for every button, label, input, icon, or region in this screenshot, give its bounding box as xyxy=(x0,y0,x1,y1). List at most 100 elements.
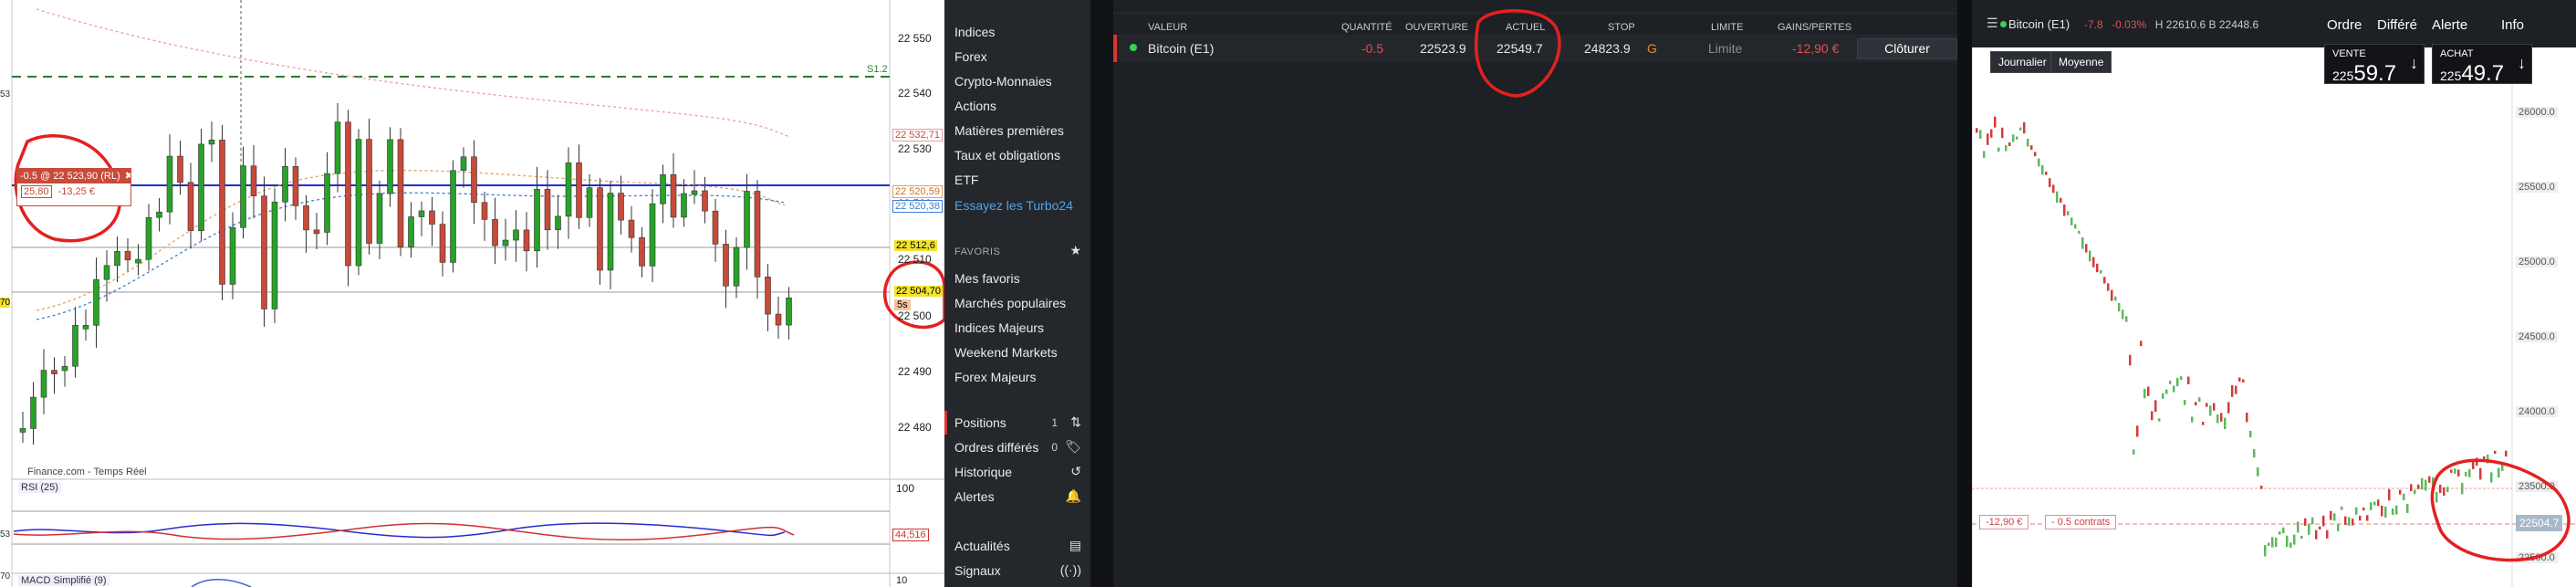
header-quantite[interactable]: QUANTITÉ xyxy=(1341,22,1392,33)
intraday-chart-canvas[interactable] xyxy=(1972,47,2576,587)
intraday-candle xyxy=(2373,501,2376,506)
panel-divider[interactable] xyxy=(1090,0,1113,587)
left-price-chart[interactable]: 22 55022 54022 53022 52022 51022 50022 4… xyxy=(0,0,944,587)
intraday-candle xyxy=(2388,488,2391,501)
nav-favoris-item[interactable]: Marchés populaires xyxy=(954,296,1066,310)
close-icon[interactable]: ✖ xyxy=(125,171,130,182)
candle-body xyxy=(303,205,309,231)
header-stop[interactable]: STOP xyxy=(1608,22,1635,33)
candle-body xyxy=(334,121,341,174)
intraday-candle xyxy=(2472,461,2475,469)
header-actuel[interactable]: ACTUEL xyxy=(1506,22,1545,33)
nav-favoris-item[interactable]: Indices Majeurs xyxy=(954,320,1044,335)
intraday-candle xyxy=(1976,128,1978,133)
price-scale-label: 22 500 xyxy=(898,309,932,322)
price-scale-label: 22 530 xyxy=(898,142,932,155)
intraday-candle xyxy=(2063,204,2066,216)
menu-alerte[interactable]: Alerte xyxy=(2432,17,2467,33)
intraday-candle xyxy=(2008,142,2011,146)
right-price-scale-label: 22500.0 xyxy=(2516,552,2558,563)
close-position-button[interactable]: Clôturer xyxy=(1857,38,1957,59)
nav-market-item[interactable]: Actions xyxy=(954,99,996,113)
candle-body xyxy=(597,187,603,271)
nav-actualites[interactable]: Actualités xyxy=(954,539,1010,553)
candle-body xyxy=(471,156,477,204)
contracts-chart-tag: - 0.5 contrats xyxy=(2045,515,2117,529)
row-valeur[interactable]: Bitcoin (E1) xyxy=(1148,41,1214,56)
macd-indicator-label[interactable]: MACD Simplifié (9) xyxy=(18,575,110,586)
intraday-candle xyxy=(2001,127,2004,139)
candle-body xyxy=(744,191,750,248)
candle-body xyxy=(82,325,89,330)
countdown-tag: 5s xyxy=(894,299,911,310)
candle-body xyxy=(219,140,225,285)
right-price-scale-label: 24000.0 xyxy=(2516,406,2558,417)
market-navigation-panel: Indices Forex Crypto-Monnaies Actions Matièr… xyxy=(944,0,1090,587)
nav-market-item[interactable]: ETF xyxy=(954,173,978,187)
intraday-candle xyxy=(2395,505,2398,515)
intraday-candle xyxy=(2227,402,2230,414)
intraday-candle xyxy=(2202,421,2205,425)
position-status-dot xyxy=(1130,44,1137,51)
sell-quote-button[interactable]: VENTE 22559.7 ↓ xyxy=(2324,44,2425,86)
menu-differe[interactable]: Différé xyxy=(2377,17,2417,33)
position-points: 25,80 xyxy=(21,185,52,198)
nav-favoris-item[interactable]: Mes favoris xyxy=(954,271,1020,286)
nav-alertes[interactable]: Alertes xyxy=(954,489,995,504)
nav-favoris-item[interactable]: Weekend Markets xyxy=(954,345,1058,360)
menu-info[interactable]: Info xyxy=(2501,17,2524,33)
candle-body xyxy=(765,277,771,315)
intraday-candle xyxy=(2450,469,2453,473)
header-limite[interactable]: LIMITE xyxy=(1711,22,1743,33)
nav-signaux[interactable]: Signaux xyxy=(954,563,1001,578)
intraday-candle xyxy=(2158,418,2161,422)
header-valeur[interactable]: VALEUR xyxy=(1148,22,1187,33)
instrument-chart[interactable]: 26000.0 25500.0 25000.0 24500.0 24000.0 23500… xyxy=(1972,47,2576,587)
menu-ordre[interactable]: Ordre xyxy=(2327,17,2362,33)
intraday-candle xyxy=(2034,152,2037,157)
nav-market-item[interactable]: Indices xyxy=(954,25,995,39)
buy-quote-button[interactable]: ACHAT 22549.7 ↓ xyxy=(2432,44,2532,86)
candle-body xyxy=(345,121,351,267)
intraday-candle xyxy=(2067,211,2070,215)
candle-body xyxy=(51,370,57,374)
nav-positions[interactable]: Positions xyxy=(954,415,1006,430)
sell-price: 22559.7 xyxy=(2332,61,2397,86)
toggle-journalier[interactable]: Journalier xyxy=(1990,51,2055,73)
intraday-candle xyxy=(2505,450,2508,457)
position-order-tag[interactable]: -0.5 @ 22 523,90 (RL) ✖ 25,80 -13,25 € xyxy=(16,168,131,206)
nav-market-item[interactable]: Matières premières xyxy=(954,123,1064,138)
price-scale-label: 22 540 xyxy=(898,87,932,100)
intraday-candle xyxy=(2169,380,2172,384)
candle-body xyxy=(387,139,393,194)
nav-market-item[interactable]: Forex xyxy=(954,49,987,64)
candle-body xyxy=(439,224,446,263)
intraday-candle xyxy=(2206,403,2208,407)
header-gains-pertes[interactable]: GAINS/PERTES xyxy=(1778,22,1851,33)
hamburger-icon[interactable]: ☰ xyxy=(1987,16,1998,31)
right-price-scale-label: 25500.0 xyxy=(2516,182,2558,193)
nav-market-item[interactable]: Crypto-Monnaies xyxy=(954,74,1052,89)
rsi-indicator-label[interactable]: RSI (25) xyxy=(18,482,61,493)
ma-orange-tag: 22 520,59 xyxy=(892,185,943,198)
intraday-candle xyxy=(1997,147,2000,152)
intraday-candle xyxy=(2454,468,2456,474)
intraday-candle xyxy=(2016,136,2018,140)
nav-historique[interactable]: Historique xyxy=(954,465,1012,479)
row-limite[interactable]: Limite xyxy=(1708,41,1742,56)
candlestick-chart-canvas[interactable] xyxy=(0,0,944,587)
intraday-candle xyxy=(2425,479,2427,491)
intraday-candle xyxy=(2122,309,2124,320)
intraday-candle xyxy=(2154,400,2157,413)
candle-body xyxy=(324,173,330,233)
toggle-moyenne[interactable]: Moyenne xyxy=(2050,51,2112,73)
header-ouverture[interactable]: OUVERTURE xyxy=(1405,22,1468,33)
left-edge-label-c: 53 xyxy=(0,529,11,540)
row-stop[interactable]: 24823.9 xyxy=(1584,41,1631,56)
nav-market-item[interactable]: Taux et obligations xyxy=(954,148,1060,162)
turbo24-link[interactable]: Essayez les Turbo24 xyxy=(954,198,1073,213)
intraday-candle xyxy=(2023,121,2026,134)
nav-ordres-differes[interactable]: Ordres différés xyxy=(954,440,1038,455)
nav-favoris-item[interactable]: Forex Majeurs xyxy=(954,370,1036,384)
star-icon[interactable]: ★ xyxy=(1069,243,1081,258)
